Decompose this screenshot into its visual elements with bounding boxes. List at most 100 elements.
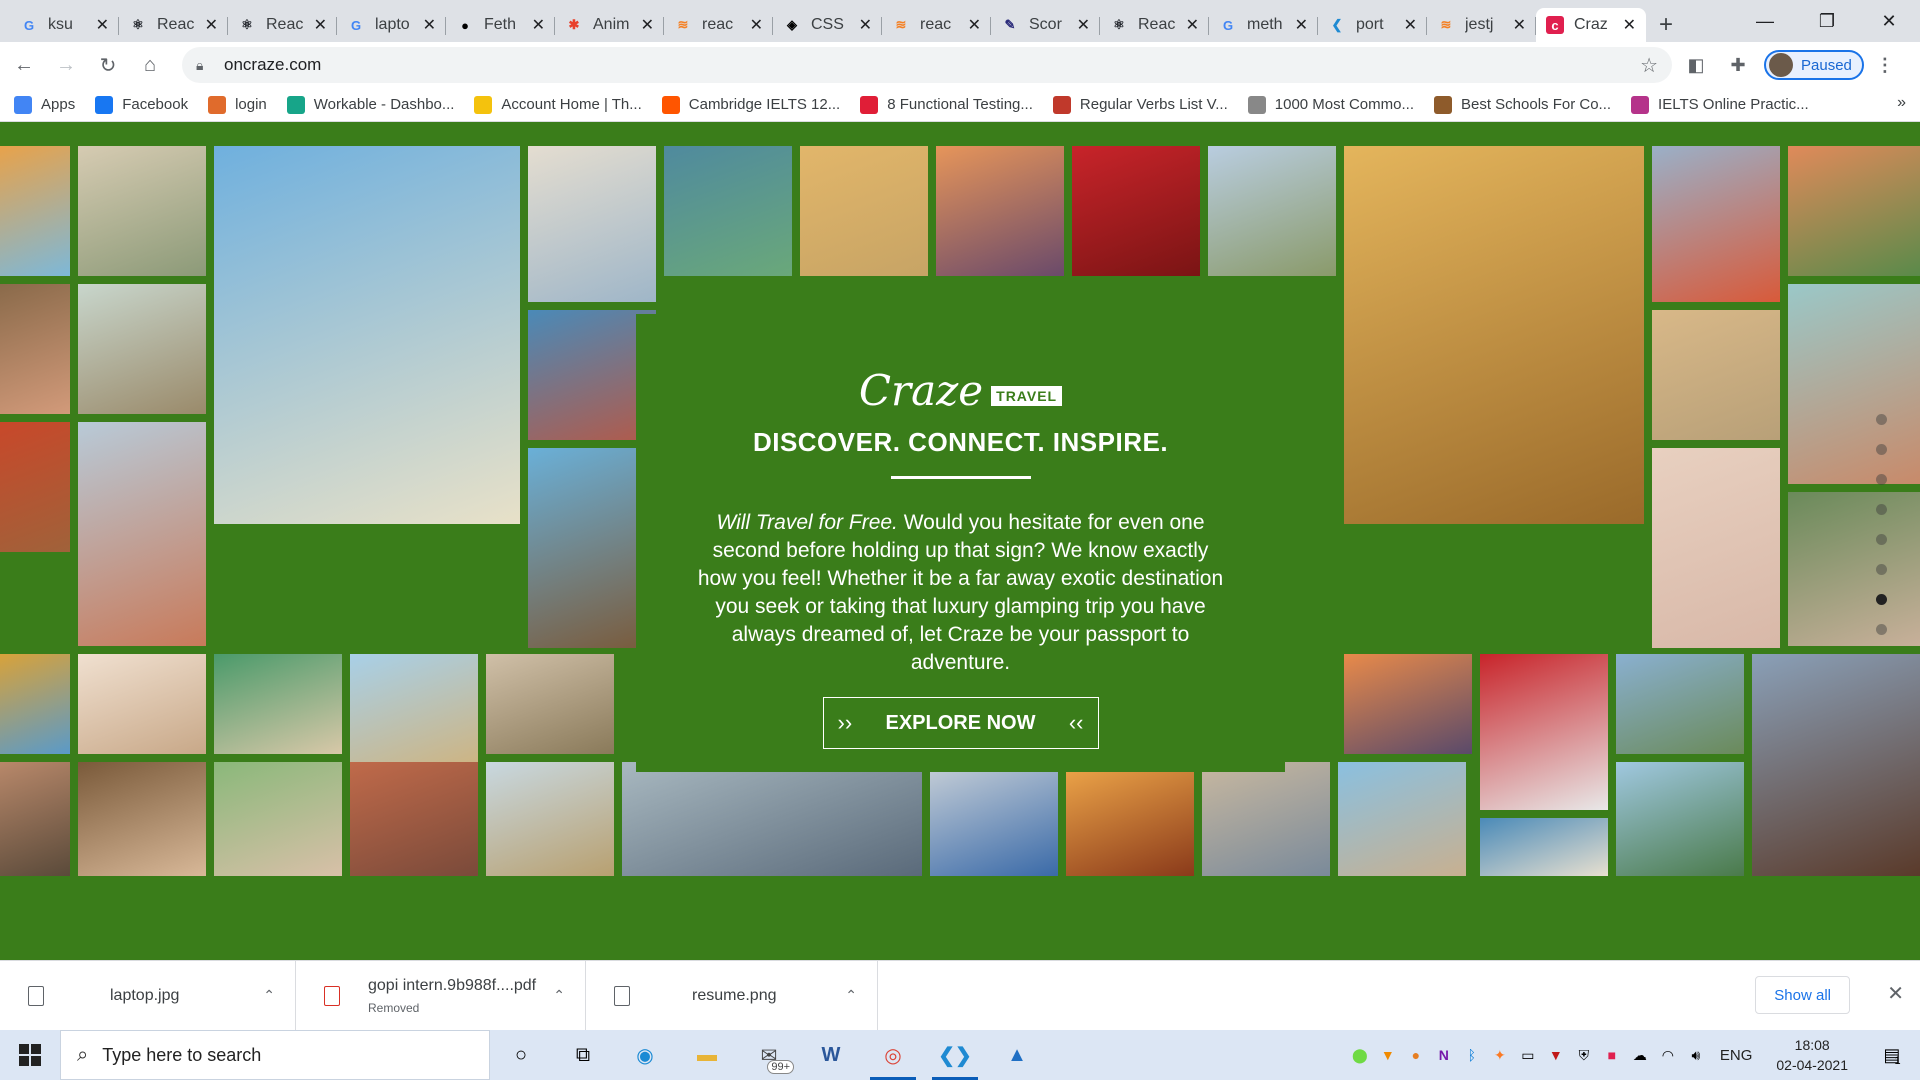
antivirus-icon[interactable]: ■ (1598, 1030, 1626, 1080)
download-item[interactable]: laptop.jpg ⌃ (0, 960, 296, 1031)
restore-button[interactable]: ❐ (1796, 0, 1858, 42)
close-shelf-icon[interactable]: ✕ (1887, 981, 1904, 1006)
onedrive-icon[interactable]: ☁ (1626, 1030, 1654, 1080)
bookmark-item[interactable]: Regular Verbs List V... (1052, 95, 1228, 114)
photos-icon[interactable]: ▲ (986, 1030, 1048, 1080)
close-tab-icon[interactable]: ✕ (1404, 15, 1417, 35)
defender-icon[interactable]: ⛨ (1570, 1030, 1598, 1080)
bluetooth-icon[interactable]: ᛒ (1458, 1030, 1486, 1080)
download-item[interactable]: gopi intern.9b988f....pdf Removed ⌃ (296, 960, 586, 1031)
mail-icon[interactable]: ✉ 99+ (738, 1030, 800, 1080)
word-icon[interactable]: W (800, 1030, 862, 1080)
browser-tab[interactable]: ⚛ Reac ✕ (1100, 8, 1209, 42)
menu-dots-icon[interactable]: ⋮ (1870, 47, 1900, 83)
volume-icon[interactable]: 🔊︎ (1682, 1030, 1710, 1080)
browser-tab[interactable]: ⚛ Reac ✕ (228, 8, 337, 42)
carousel-dot[interactable] (1876, 474, 1887, 485)
carousel-dot[interactable] (1876, 624, 1887, 635)
taskbar-search[interactable]: ⌕ Type here to search (60, 1030, 490, 1080)
windows-start-button[interactable] (0, 1030, 60, 1080)
profile-button[interactable]: Paused (1764, 50, 1864, 80)
reload-button[interactable]: ↻ (90, 47, 126, 83)
close-tab-icon[interactable]: ✕ (314, 15, 327, 35)
extension-icon[interactable]: ◧ (1678, 47, 1714, 83)
bookmark-item[interactable]: 1000 Most Commo... (1247, 95, 1414, 114)
bookmark-star-icon[interactable]: ☆ (1640, 53, 1658, 78)
bookmark-item[interactable]: Cambridge IELTS 12... (661, 95, 840, 114)
bookmark-item[interactable]: 8 Functional Testing... (860, 95, 1033, 114)
minimize-button[interactable]: — (1734, 0, 1796, 42)
bookmark-item[interactable]: Workable - Dashbo... (286, 95, 454, 114)
browser-tab[interactable]: c Craz ✕ (1536, 8, 1646, 42)
mcafee-icon[interactable]: ▼ (1542, 1030, 1570, 1080)
file-explorer-icon[interactable]: ▬ (676, 1030, 738, 1080)
new-tab-button[interactable]: + (1646, 8, 1686, 42)
chrome-icon[interactable]: ◎ (862, 1030, 924, 1080)
carousel-dot[interactable] (1876, 564, 1887, 575)
browser-tab[interactable]: ✱ Anim ✕ (555, 8, 664, 42)
close-tab-icon[interactable]: ✕ (859, 15, 872, 35)
download-item[interactable]: resume.png ⌃ (586, 960, 878, 1031)
carousel-dot[interactable] (1876, 594, 1887, 605)
browser-tab[interactable]: ❮ port ✕ (1318, 8, 1427, 42)
chevron-up-icon[interactable]: ⌃ (845, 987, 857, 1004)
close-tab-icon[interactable]: ✕ (96, 15, 109, 35)
notifications-icon[interactable]: ▤ 1 (1864, 1030, 1920, 1080)
browser-tab[interactable]: ● Feth ✕ (446, 8, 555, 42)
upwork-icon[interactable]: ⬤ (1346, 1030, 1374, 1080)
close-window-button[interactable]: ✕ (1858, 0, 1920, 42)
bookmark-item[interactable]: IELTS Online Practic... (1631, 95, 1809, 114)
bookmark-item[interactable]: login (208, 95, 267, 114)
more-bookmarks-icon[interactable]: » (1897, 94, 1906, 112)
carousel-dot[interactable] (1876, 504, 1887, 515)
browser-tab[interactable]: Glapto ✕ (337, 8, 446, 42)
carousel-dot[interactable] (1876, 444, 1887, 455)
xampp-icon[interactable]: ✦ (1486, 1030, 1514, 1080)
close-tab-icon[interactable]: ✕ (1186, 15, 1199, 35)
close-tab-icon[interactable]: ✕ (532, 15, 545, 35)
explore-now-button[interactable]: ›› EXPLORE NOW ‹‹ (822, 697, 1099, 749)
browser-tab[interactable]: ≋ jestj ✕ (1427, 8, 1536, 42)
cortana-icon[interactable]: ○ (490, 1030, 552, 1080)
close-tab-icon[interactable]: ✕ (1295, 15, 1308, 35)
language-indicator[interactable]: ENG (1720, 1047, 1753, 1064)
clock[interactable]: 18:08 02-04-2021 (1776, 1035, 1848, 1075)
home-button[interactable]: ⌂ (132, 47, 168, 83)
vlc-icon[interactable]: ▼ (1374, 1030, 1402, 1080)
close-tab-icon[interactable]: ✕ (968, 15, 981, 35)
bookmark-item[interactable]: Best Schools For Co... (1433, 95, 1611, 114)
close-tab-icon[interactable]: ✕ (1513, 15, 1526, 35)
close-tab-icon[interactable]: ✕ (1077, 15, 1090, 35)
battery-icon[interactable]: ▭ (1514, 1030, 1542, 1080)
edge-icon[interactable]: ◉ (614, 1030, 676, 1080)
task-view-icon[interactable]: ⧉ (552, 1030, 614, 1080)
chevron-up-icon[interactable]: ⌃ (553, 987, 565, 1004)
browser-tab[interactable]: ≋ reac ✕ (664, 8, 773, 42)
close-tab-icon[interactable]: ✕ (205, 15, 218, 35)
puzzle-icon[interactable]: ✚ (1720, 47, 1756, 83)
wifi-icon[interactable]: ◠ (1654, 1030, 1682, 1080)
circle-icon[interactable]: ● (1402, 1030, 1430, 1080)
browser-tab[interactable]: ✎ Scor ✕ (991, 8, 1100, 42)
close-tab-icon[interactable]: ✕ (423, 15, 436, 35)
show-all-button[interactable]: Show all (1755, 976, 1850, 1014)
back-button[interactable]: ← (6, 47, 42, 83)
bookmark-item[interactable]: Facebook (95, 95, 188, 114)
browser-tab[interactable]: Gksu ✕ (10, 8, 119, 42)
onenote-icon[interactable]: N (1430, 1030, 1458, 1080)
address-bar[interactable]: 🔒︎ oncraze.com ☆ (182, 47, 1672, 83)
bookmark-item[interactable]: Apps (14, 95, 75, 114)
carousel-dot[interactable] (1876, 414, 1887, 425)
bookmark-item[interactable]: Account Home | Th... (474, 95, 642, 114)
browser-tab[interactable]: ≋ reac ✕ (882, 8, 991, 42)
chevron-up-icon[interactable]: ⌃ (263, 987, 275, 1004)
close-tab-icon[interactable]: ✕ (1623, 15, 1636, 35)
browser-tab[interactable]: ⚛ Reac ✕ (119, 8, 228, 42)
browser-tab[interactable]: Gmeth ✕ (1209, 8, 1318, 42)
carousel-dot[interactable] (1876, 534, 1887, 545)
close-tab-icon[interactable]: ✕ (641, 15, 654, 35)
forward-button[interactable]: → (48, 47, 84, 83)
vscode-icon[interactable]: ❮❯ (924, 1030, 986, 1080)
close-tab-icon[interactable]: ✕ (750, 15, 763, 35)
browser-tab[interactable]: ◈ CSS ✕ (773, 8, 882, 42)
